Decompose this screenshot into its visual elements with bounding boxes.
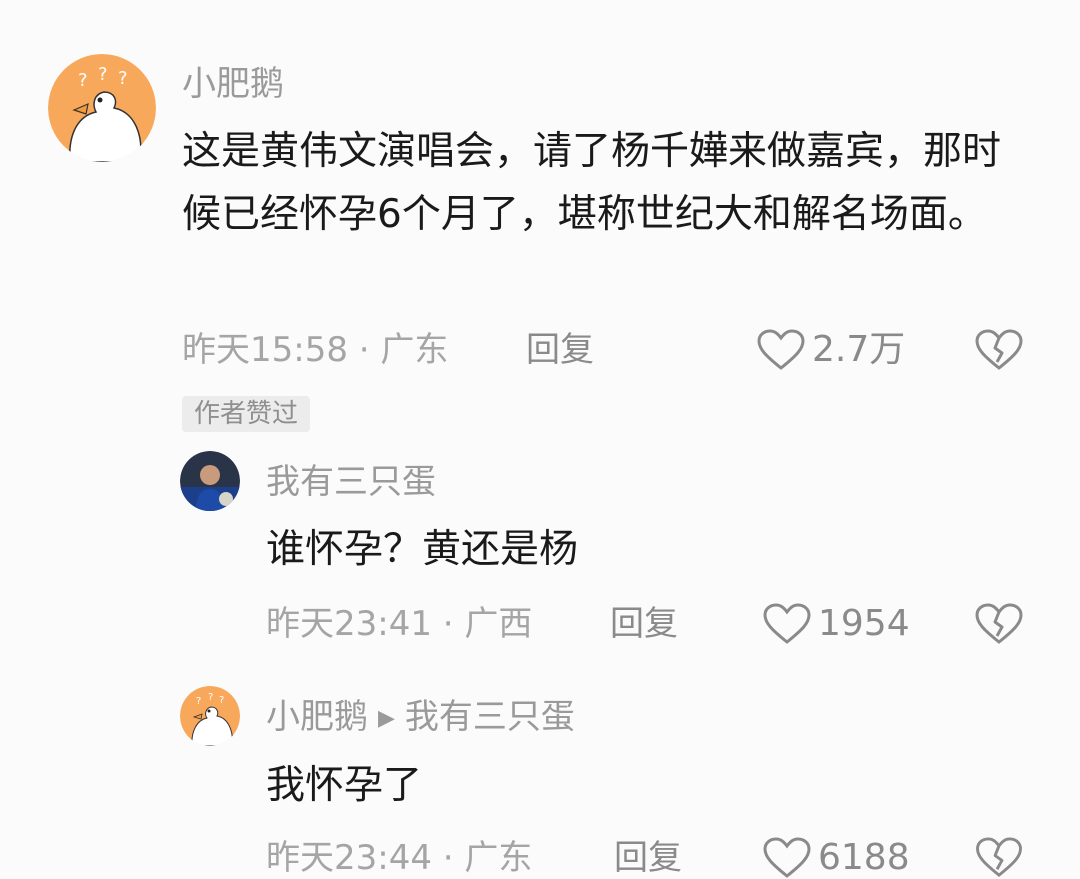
svg-text:?: ? xyxy=(78,70,88,91)
svg-text:?: ? xyxy=(118,68,128,89)
comment-username-line: 小肥鹅 ▶ 我有三只蛋 xyxy=(266,697,575,742)
comment-meta: 昨天15:58 · 广东 xyxy=(182,330,449,370)
dislike-button[interactable] xyxy=(974,328,1024,376)
like-count: 2.7万 xyxy=(812,329,906,370)
dislike-button[interactable] xyxy=(974,602,1024,650)
dislike-button[interactable] xyxy=(974,836,1024,879)
like-count: 1954 xyxy=(818,603,910,644)
goose-avatar-icon: ? ? ? xyxy=(48,54,156,162)
comment-text: 我怀孕了 xyxy=(266,763,423,808)
broken-heart-icon xyxy=(975,329,1023,370)
comment-text: 谁怀孕？黄还是杨 xyxy=(266,527,579,572)
reply-to-username[interactable]: 我有三只蛋 xyxy=(405,697,575,737)
like-button[interactable]: 6188 xyxy=(762,836,910,879)
user-photo-avatar xyxy=(180,451,240,511)
comment-username[interactable]: 小肥鹅 xyxy=(266,697,368,737)
comment-1: ? ? ? 小肥鹅 这是黄伟文演唱会，请了杨千嬅来做嘉宾，那时候已经怀孕6个月了… xyxy=(0,0,1080,440)
reply-button[interactable]: 回复 xyxy=(526,330,594,370)
comment-meta: 昨天23:44 · 广东 xyxy=(266,838,533,878)
avatar-goose[interactable]: ? ? ? xyxy=(48,54,156,162)
goose-avatar-icon: ? ? ? xyxy=(180,686,240,746)
like-button[interactable]: 1954 xyxy=(762,602,910,646)
comment-text: 这是黄伟文演唱会，请了杨千嬅来做嘉宾，那时候已经怀孕6个月了，堪称世纪大和解名场… xyxy=(182,129,1002,237)
comments-page: ? ? ? 小肥鹅 这是黄伟文演唱会，请了杨千嬅来做嘉宾，那时候已经怀孕6个月了… xyxy=(0,0,1080,879)
reply-button[interactable]: 回复 xyxy=(614,838,682,878)
broken-heart-icon xyxy=(976,837,1022,877)
reply-button[interactable]: 回复 xyxy=(610,604,678,644)
broken-heart-icon xyxy=(975,603,1023,644)
comment-username[interactable]: 我有三只蛋 xyxy=(266,462,436,502)
comment-username[interactable]: 小肥鹅 xyxy=(182,64,284,104)
avatar-user[interactable] xyxy=(180,451,240,511)
author-liked-badge: 作者赞过 xyxy=(182,396,311,432)
avatar-goose[interactable]: ? ? ? xyxy=(180,686,240,746)
comment-meta: 昨天23:41 · 广西 xyxy=(266,604,533,644)
svg-text:?: ? xyxy=(196,696,201,707)
triangle-right-icon: ▶ xyxy=(378,706,395,731)
svg-text:?: ? xyxy=(208,692,213,703)
svg-text:?: ? xyxy=(219,695,224,706)
heart-outline-icon xyxy=(757,329,805,370)
like-button[interactable]: 2.7万 xyxy=(756,328,905,372)
heart-outline-icon xyxy=(763,603,811,644)
heart-outline-icon xyxy=(763,837,811,878)
like-count: 6188 xyxy=(818,837,910,878)
svg-text:?: ? xyxy=(98,64,108,85)
